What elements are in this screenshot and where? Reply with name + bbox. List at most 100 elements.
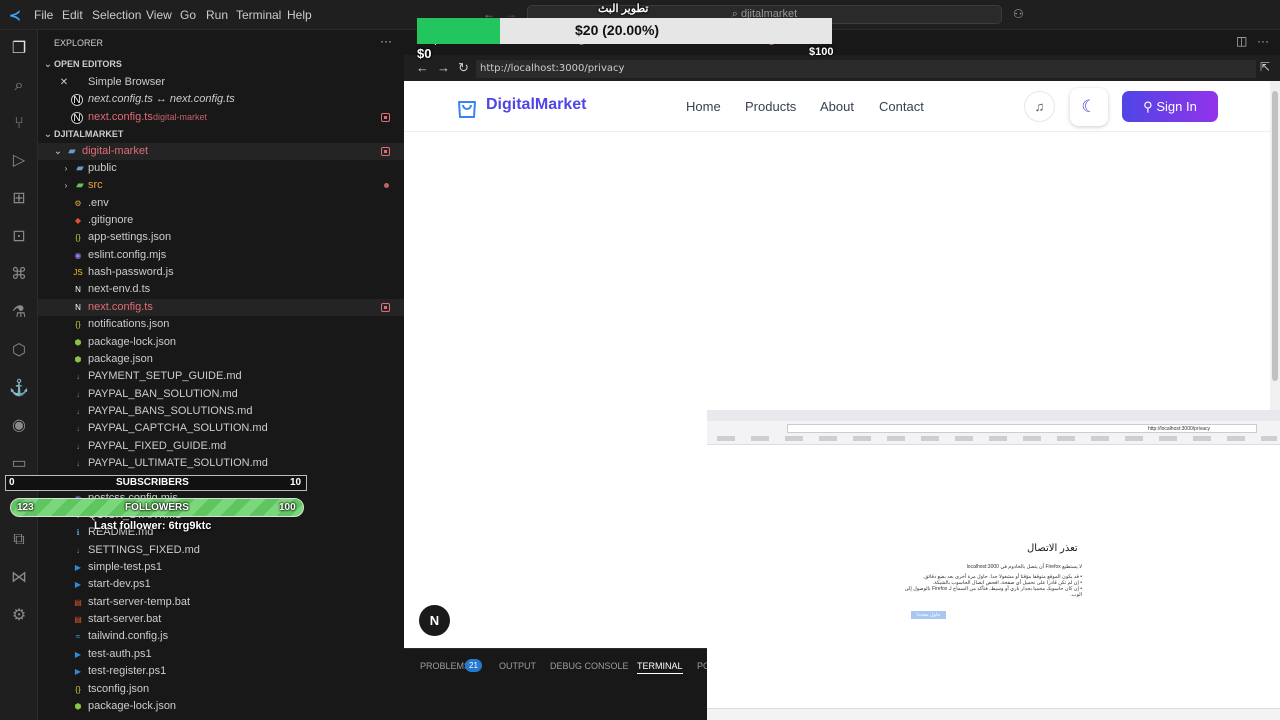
chat-icon[interactable]: ◉ [9,416,29,436]
open-editor-item[interactable]: N next.config.ts digital-market [38,109,404,126]
menu-terminal[interactable]: Terminal [236,8,281,22]
file-item[interactable]: {} app-settings.json [38,229,404,246]
copilot-icon[interactable]: ⚇ [1013,7,1024,21]
error-title: تعذر الاتصال [1027,543,1078,554]
file-item[interactable]: ▶ start-dev.ps1 [38,576,404,593]
reload-icon[interactable]: ↻ [458,60,469,76]
remote-explorer-icon[interactable]: ⊡ [9,227,29,247]
tab-terminal[interactable]: TERMINAL [637,661,683,674]
shopping-bag-icon [458,101,476,118]
firefox-url-input[interactable]: http://localhost:3000/privacy [787,424,1257,433]
url-input[interactable]: http://localhost:3000/privacy [476,60,1256,78]
followers-max: 100 [279,502,296,513]
file-item[interactable]: ≈ tailwind.config.js [38,628,404,645]
scrollbar-thumb[interactable] [1272,91,1278,381]
nav-home[interactable]: Home [686,99,721,114]
brand-logo[interactable]: DigitalMarket [486,96,586,114]
testing-icon[interactable]: ⚗ [9,303,29,323]
file-item[interactable]: ↓ PAYMENT_SETUP_GUIDE.md [38,368,404,385]
file-item[interactable]: ⚙ .env [38,195,404,212]
file-item[interactable]: ↓ PAYPAL_FIXED_GUIDE.md [38,438,404,455]
open-editors-header[interactable]: ⌄ OPEN EDITORS [38,56,404,73]
back-icon[interactable]: ← [416,60,429,75]
nav-contact[interactable]: Contact [879,99,924,114]
menu-selection[interactable]: Selection [92,8,141,22]
file-item[interactable]: Nnext-env.d.ts [38,281,404,298]
followers-goal-bar: 123 FOLLOWERS 100 [10,498,304,517]
file-type-icon: ◆ [74,216,82,226]
file-item[interactable]: ↓ SETTINGS_FIXED.md [38,542,404,559]
folder-icon: ▰ [76,163,84,174]
extensions-icon[interactable]: ⊞ [9,189,29,209]
bell-icon[interactable]: ♫ [1024,91,1055,122]
last-follower: Last follower: 6trg9ktc [94,520,212,532]
cube-icon[interactable]: ⬡ [9,341,29,361]
menu-edit[interactable]: Edit [62,8,83,22]
file-item[interactable]: JS hash-password.js [38,264,404,281]
windows-taskbar [707,708,1280,720]
moon-icon[interactable]: ☾ [1070,88,1108,126]
file-item[interactable]: ↓ PAYPAL_ULTIMATE_SOLUTION.md [38,455,404,472]
nav-products[interactable]: Products [745,99,796,114]
menu-go[interactable]: Go [180,8,196,22]
run-debug-icon[interactable]: ▷ [9,151,29,171]
menu-help[interactable]: Help [287,8,312,22]
tab-problems[interactable]: PROBLEMS [420,661,470,671]
file-item[interactable]: › ▰ public [38,160,404,177]
explorer-icon[interactable]: ❐ [9,39,29,59]
file-item[interactable]: ◆ .gitignore [38,212,404,229]
more-actions-icon[interactable]: ··· [380,34,392,48]
file-item[interactable]: ⬢ package-lock.json [38,698,404,715]
chevron-right-icon: › [64,164,68,173]
terminal-icon[interactable]: ▭ [9,454,29,474]
tab-output[interactable]: OUTPUT [499,661,536,671]
settings-sync-icon[interactable]: ⚙ [9,606,29,626]
open-external-icon[interactable]: ⇱ [1260,60,1270,74]
forward-icon[interactable]: → [437,60,450,75]
open-editor-item[interactable]: N next.config.ts ↔ next.config.ts [38,91,404,108]
nextjs-dev-badge[interactable]: N [419,605,450,636]
file-type-icon: ↓ [76,406,80,416]
source-control-icon[interactable]: ⑂ [9,114,29,134]
file-item[interactable]: › ▰ src [38,177,404,194]
file-item[interactable]: ↓ PAYPAL_BANS_SOLUTIONS.md [38,403,404,420]
python-icon[interactable]: ⌘ [9,265,29,285]
menu-view[interactable]: View [146,8,172,22]
folder-digital-market[interactable]: ⌄ ▰ digital-market [38,143,404,160]
sign-in-button[interactable]: ⚲ Sign In [1122,91,1218,122]
file-item[interactable]: ↓ PAYPAL_BAN_SOLUTION.md [38,386,404,403]
nav-about[interactable]: About [820,99,854,114]
file-item[interactable]: ⬢ package.json [38,351,404,368]
donation-goal-bar: $20 (20.00%) [417,18,832,44]
search-icon[interactable]: ⌕ [9,76,29,96]
file-item[interactable]: ▤ start-server-temp.bat [38,594,404,611]
file-item[interactable]: ℹ README.md [38,524,404,541]
file-item[interactable]: ↓ PAYPAL_CAPTCHA_SOLUTION.md [38,420,404,437]
file-item[interactable]: ▶ test-auth.ps1 [38,646,404,663]
file-name: PAYPAL_BAN_SOLUTION.md [88,387,238,400]
project-header[interactable]: ⌄ DJITALMARKET [38,126,404,143]
vs-icon[interactable]: ⋈ [9,568,29,588]
file-item[interactable]: {} tsconfig.json [38,681,404,698]
more-actions-icon[interactable]: ··· [1257,34,1269,48]
file-item[interactable]: ▶ test-register.ps1 [38,663,404,680]
file-item[interactable]: {} notifications.json [38,316,404,333]
split-editor-icon[interactable]: ◫ [1236,34,1247,48]
close-icon[interactable]: ✕ [58,77,70,89]
file-item[interactable]: ◉ eslint.config.mjs [38,247,404,264]
retry-button[interactable]: حاول مجددا [911,611,946,619]
vscode-logo-icon: ≺ [9,7,21,23]
file-item[interactable]: ▶ simple-test.ps1 [38,559,404,576]
menu-run[interactable]: Run [206,8,228,22]
error-marker-icon [381,113,390,122]
file-item[interactable]: ▤ start-server.bat [38,611,404,628]
ship-icon[interactable]: ⚓ [9,379,29,399]
file-item[interactable]: ⬢ package-lock.json [38,334,404,351]
tab-debug-console[interactable]: DEBUG CONSOLE [550,661,629,671]
copy-icon[interactable]: ⧉ [9,530,29,550]
folder-icon: ▰ [76,180,84,192]
open-editor-item[interactable]: ✕ Simple Browser [38,74,404,91]
file-name: src [88,179,103,192]
menu-file[interactable]: File [34,8,53,22]
file-item[interactable]: Nnext.config.ts [38,298,404,316]
